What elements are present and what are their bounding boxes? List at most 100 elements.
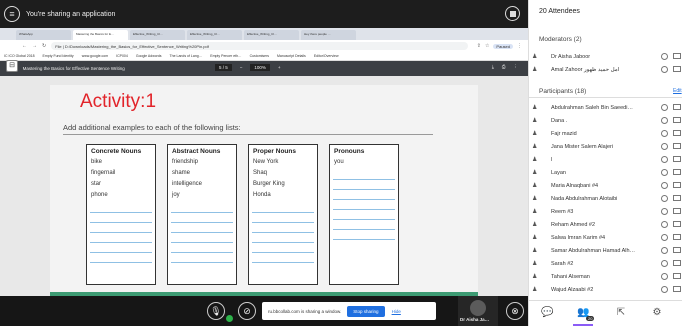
attendee-row[interactable]: ♟ Fajr mazid [529,127,682,140]
camera-icon [673,234,681,240]
attendee-name: Abdulrahman Saleh Bin Saeedi… [551,104,633,111]
column-header: Proper Nouns [253,148,296,155]
blank-line [90,232,152,233]
attendee-row[interactable]: ♟ Wajud Alzaabi #2 [529,283,682,296]
attendee-row[interactable]: ♟ Maria Alnaqbani #4 [529,179,682,192]
edit-link[interactable]: Edit [673,88,682,94]
hide-link[interactable]: Hide [392,309,401,314]
bookmark[interactable]: Editor/Overview [314,54,339,58]
attendee-row[interactable]: ♟ Reham Ahmed #2 [529,218,682,231]
pdf-title: Mastering the Basics for Effective Sente… [22,66,125,71]
attendee-row[interactable]: ♟ l [529,153,682,166]
attendee-row[interactable]: ♟ Tahani Alseman [529,270,682,283]
browser-tab[interactable]: Effective_Writing_Cl… [130,30,185,40]
forward-icon[interactable]: → [32,43,37,49]
bookmark[interactable]: IC ICO Global 2018 [4,54,35,58]
pdf-actions: ⤓ ⎙ ⋮ [492,64,518,70]
attendee-name: Reham Ahmed #2 [551,221,596,228]
download-icon[interactable]: ⤓ [492,64,494,70]
page-indicator[interactable]: 5 / 5 [215,64,232,71]
attendee-row[interactable]: ♟ Abdulrahman Saleh Bin Saeedi… [529,101,682,114]
browser-tab-active[interactable]: Mastering the Basics for E… [73,30,128,40]
blank-line [90,262,152,263]
person-icon: ♟ [532,235,538,241]
attendee-name: Amal Zahoor امل حمید ظهور [551,66,620,73]
more-icon[interactable]: ⋮ [514,64,519,70]
camera-off-icon[interactable]: ⊘ [238,302,256,320]
person-icon: ♟ [532,196,538,202]
attendee-row[interactable]: ♟ Dr Aisha Jaboor [529,50,682,63]
camera-icon [673,182,681,188]
address-bar[interactable]: File | D:/Downloads/Mastering_the_Basics… [51,42,468,50]
browser-tab[interactable]: Effective_Writing_Cl… [244,30,299,40]
list-item: phone [91,192,108,198]
blank-line [333,179,395,180]
attendee-name: Nada Abdulrahman Alotaibi [551,195,618,202]
bookmark[interactable]: Empty Pencer eth… [210,54,241,58]
person-icon: ♟ [532,157,538,163]
profile-button[interactable]: Paused [493,43,513,49]
zoom-out-icon[interactable]: − [240,65,243,70]
star-icon[interactable]: ☆ [485,43,489,49]
microphone-icon [661,247,668,254]
bookmark[interactable]: Customisers [250,54,269,58]
share-icon[interactable]: ⇪ [477,43,481,49]
attendee-row[interactable]: ♟ Samar Abdulrahman Hamad Alh… [529,244,682,257]
extension-icons: ⇪ ☆ Paused ⋮ [477,43,522,49]
settings-icon[interactable]: ⚙ [651,307,663,319]
microphone-icon [661,234,668,241]
attendee-row[interactable]: ♟ Reem #3 [529,205,682,218]
sharing-banner: ≡ You're sharing an application [0,0,528,28]
close-icon[interactable]: ⊗ [506,302,524,320]
blank-line [90,212,152,213]
back-icon[interactable]: ← [22,43,27,49]
bookmarks-bar: IC ICO Global 2018 Empty Fund Identity w… [0,52,528,61]
attendee-row[interactable]: ♟ Amal Zahoor امل حمید ظهور [529,63,682,76]
microphone-icon[interactable]: 🎙 [207,302,225,320]
sidebar-toggle-icon[interactable]: ⊟ [6,60,18,72]
attendees-panel: 20 Attendees Moderators (2) ♟ Dr Aisha J… [528,0,682,326]
browser-tab[interactable]: Hey there people … [301,30,356,40]
attendee-row[interactable]: ♟ Layan [529,166,682,179]
meeting-controls: 🎙 ⊘ ru.bbcollab.com is sharing a window.… [0,296,528,326]
list-item: friendship [172,159,199,165]
zoom-in-icon[interactable]: + [278,65,281,70]
microphone-icon [661,182,668,189]
bookmark[interactable]: Empty Fund Identity [43,54,74,58]
blank-line [171,222,233,223]
reload-icon[interactable]: ↻ [42,43,46,49]
attendee-row[interactable]: ♟ Salwa Imran Karim #4 [529,231,682,244]
hamburger-menu-icon[interactable]: ≡ [4,6,20,22]
attendee-row[interactable]: ♟ Nada Abdulrahman Alotaibi [529,192,682,205]
microphone-icon [661,156,668,163]
camera-icon [673,156,681,162]
person-icon: ♟ [532,248,538,254]
blank-line [252,222,314,223]
bookmark[interactable]: Manuscript Details [277,54,306,58]
browser-tab[interactable]: Effective_Writing_Cl… [187,30,242,40]
attendee-name: Dr Aisha Jaboor [551,53,591,60]
avatar [470,300,486,316]
list-box-proper: Proper Nouns New York Shaq Burger King H… [248,144,318,285]
bookmark[interactable]: ICP004 [116,54,128,58]
print-icon[interactable]: ⎙ [502,64,506,70]
stop-recording-icon[interactable] [505,6,520,21]
bookmark[interactable]: The Lands of Lang… [170,54,203,58]
more-icon[interactable]: ⋮ [517,43,522,49]
bookmark[interactable]: www.google.com [82,54,108,58]
attendee-row[interactable]: ♟ Dana . [529,114,682,127]
panel-bottom-bar: 💬 👥 20 ⇱ ⚙ [529,300,682,326]
zoom-level[interactable]: 100% [250,64,270,71]
stop-sharing-button[interactable]: Stop sharing [347,305,385,317]
attendee-row[interactable]: ♟ Sarah #2 [529,257,682,270]
notice-text: ru.bbcollab.com is sharing a window. [268,308,342,314]
list-item: fingernail [91,170,116,176]
blank-line [252,242,314,243]
bookmark[interactable]: Google Adwords [136,54,162,58]
blank-line [252,212,314,213]
browser-tab[interactable]: WhatsApp [16,30,71,40]
person-icon: ♟ [532,54,538,60]
chat-icon[interactable]: 💬 [541,307,553,319]
attendee-row[interactable]: ♟ Jana Mister Salem Alajeri [529,140,682,153]
share-content-icon[interactable]: ⇱ [615,307,627,319]
